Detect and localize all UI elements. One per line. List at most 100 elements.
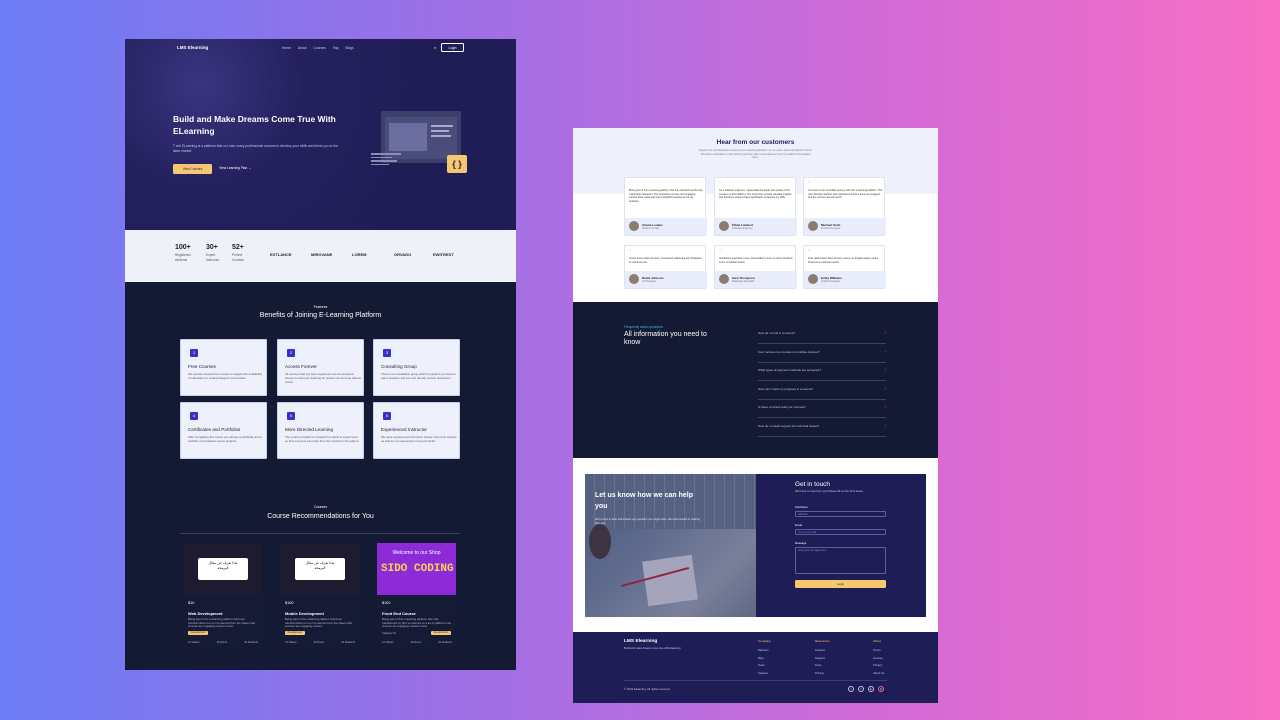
instagram-icon[interactable]: ◎	[878, 686, 884, 692]
field-label: Message	[795, 541, 807, 545]
chevron-icon: ›	[884, 404, 886, 409]
message-field[interactable]: enter your message here	[795, 547, 886, 574]
view-courses-button[interactable]: View Courses	[173, 164, 212, 174]
footer-link[interactable]: Terms	[873, 647, 885, 655]
partner-logo: ORVADO	[394, 252, 412, 257]
footer-link[interactable]: Docs	[815, 662, 829, 670]
course-thumbnail: ماذا تعرف عن مجال البرمجة	[280, 543, 359, 595]
thumbnail-caption: Welcome to our Shop	[392, 550, 441, 556]
features-title: Benefits of Joining E-Learning Platform	[259, 312, 382, 319]
course-card[interactable]: ماذا تعرف عن مجال البرمجة $10 Web Develop…	[183, 543, 262, 649]
courses-title: Course Recommendations for You	[267, 513, 374, 520]
contact-description: We'd love to hear from you! Please fill …	[795, 490, 864, 493]
faq-title: All information you need to know	[624, 331, 707, 346]
contact-title: Get in touch	[795, 481, 831, 488]
quote-icon: “	[629, 181, 632, 187]
footer-link[interactable]: Team	[758, 662, 771, 670]
features-eyebrow: Features	[313, 305, 328, 309]
partner-logo: LOREM	[352, 252, 367, 257]
testimonial-card: “ Being part of this e-learning platform…	[624, 177, 707, 236]
footer-link[interactable]: Partners	[758, 647, 771, 655]
thumbnail-heading: SIDO CODING	[381, 563, 454, 575]
full-name-field[interactable]: Aditi Sen	[795, 511, 886, 517]
footer-link[interactable]: Support	[815, 655, 829, 663]
course-meta: 12 Videos 20 Hours 2k Students	[188, 641, 258, 644]
footer-description: Build and make dreams come true with Ele…	[624, 647, 681, 650]
course-title[interactable]: Mobile Development	[285, 611, 324, 616]
chevron-icon: ›	[884, 367, 886, 372]
view-learning-plan-link[interactable]: View Learning Plan →	[219, 166, 252, 170]
course-tag: Development	[285, 631, 305, 635]
testimonials-section: Hear from our customers Explore the tran…	[573, 128, 938, 302]
code-brackets-icon: { }	[447, 155, 467, 173]
feature-card: 5 More Directed Learning The course prov…	[277, 402, 364, 459]
faq-item[interactable]: How do I enroll in a course? ›	[758, 325, 886, 344]
footer-link[interactable]: Privacy	[873, 662, 885, 670]
nav-menu: Home About Courses Faq Blogs	[282, 46, 354, 50]
footer-link[interactable]: License	[873, 655, 885, 663]
feature-icon: 2	[287, 349, 295, 357]
feature-card: 2 Access Forever All courses that you ha…	[277, 339, 364, 396]
testimonial-card: “ Cras ullamcorper diam ac arcu cursus, …	[803, 245, 886, 289]
field-label: Email	[795, 523, 802, 527]
divider	[180, 533, 460, 534]
nav-link-blogs[interactable]: Blogs	[345, 46, 353, 50]
courses-eyebrow: Courses	[313, 505, 328, 509]
avatar	[719, 221, 729, 231]
stat-courses: 52+ Perfect Courses	[232, 244, 244, 262]
course-title[interactable]: Front End Course	[382, 611, 416, 616]
feature-icon: 4	[190, 412, 198, 420]
login-button[interactable]: Login	[441, 43, 464, 52]
footer-link[interactable]: Contact	[815, 647, 829, 655]
chevron-icon: ›	[884, 423, 886, 428]
nav-link-faq[interactable]: Faq	[333, 46, 339, 50]
testimonials-subtitle: Explore the transformative impact of our…	[699, 149, 812, 160]
footer-logo[interactable]: LMS Elearning	[624, 639, 657, 644]
footer-column: About Terms License Privacy About Us	[873, 639, 885, 677]
faq-item[interactable]: Is there a refund policy for courses? ›	[758, 399, 886, 418]
avatar	[719, 274, 729, 284]
testimonial-card: “ Vestibulum eget libero risus. Duis ele…	[714, 245, 797, 289]
course-card[interactable]: ماذا تعرف عن مجال البرمجة $100 Mobile Dev…	[280, 543, 359, 649]
nav-link-about[interactable]: About	[298, 46, 307, 50]
contact-photo-desc: We're here to help and answer any questi…	[595, 518, 700, 525]
course-meta: 12 Videos 20 Hours 2k Students	[382, 641, 452, 644]
partner-logo: MIROVANE	[311, 252, 333, 257]
testimonial-card: “ As a software engineer, I appreciate t…	[714, 177, 797, 236]
facebook-icon[interactable]: f	[858, 686, 864, 692]
contact-photo: Let us know how we can help you We're he…	[585, 474, 756, 617]
footer-link[interactable]: Blog	[758, 655, 771, 663]
chevron-icon: ›	[884, 349, 886, 354]
quote-icon: “	[808, 181, 811, 187]
chevron-icon: ›	[884, 386, 886, 391]
course-tag: Development	[431, 631, 451, 635]
testimonial-card: “ I've been on an incredible journey wit…	[803, 177, 886, 236]
contact-photo-title: Let us know how we can help you	[595, 492, 694, 510]
submit-button[interactable]: Login	[795, 580, 886, 588]
linkedin-icon[interactable]: in	[868, 686, 874, 692]
nav-link-courses[interactable]: Courses	[313, 46, 325, 50]
faq-item[interactable]: How do I contact support for technical i…	[758, 418, 886, 437]
course-card[interactable]: Welcome to our Shop SIDO CODING $100 Fro…	[377, 543, 456, 649]
footer-link[interactable]: Careers	[758, 670, 771, 678]
faq-eyebrow: Frequently asked questions	[624, 325, 663, 329]
chevron-icon: ›	[884, 330, 886, 335]
hero-description: T sch ELearning is a platform that our t…	[173, 144, 338, 153]
feature-card: 1 Free Courses We provide several free c…	[180, 339, 267, 396]
faq-item[interactable]: How can I track my progress in a course?…	[758, 381, 886, 400]
site-logo[interactable]: LMS Elearning	[177, 45, 208, 50]
search-icon[interactable]: ⌕	[434, 45, 439, 50]
thumbnail-caption: ماذا تعرف عن مجال البرمجة	[295, 558, 345, 580]
quote-icon: “	[719, 181, 722, 187]
course-description: Being part of this e-learning platform h…	[382, 617, 451, 629]
email-field[interactable]: enter your email	[795, 529, 886, 535]
twitter-icon[interactable]: t	[848, 686, 854, 692]
hero-section: LMS Elearning Home About Courses Faq Blo…	[125, 39, 516, 230]
course-title[interactable]: Web Development	[188, 611, 223, 616]
faq-item[interactable]: What types of payment methods are accept…	[758, 362, 886, 381]
footer-link[interactable]: Pricing	[815, 670, 829, 678]
footer-link[interactable]: About Us	[873, 670, 885, 678]
footer: LMS Elearning Build and make dreams come…	[573, 632, 938, 703]
nav-link-home[interactable]: Home	[282, 46, 291, 50]
faq-item[interactable]: Can I access my courses on multiple devi…	[758, 344, 886, 363]
